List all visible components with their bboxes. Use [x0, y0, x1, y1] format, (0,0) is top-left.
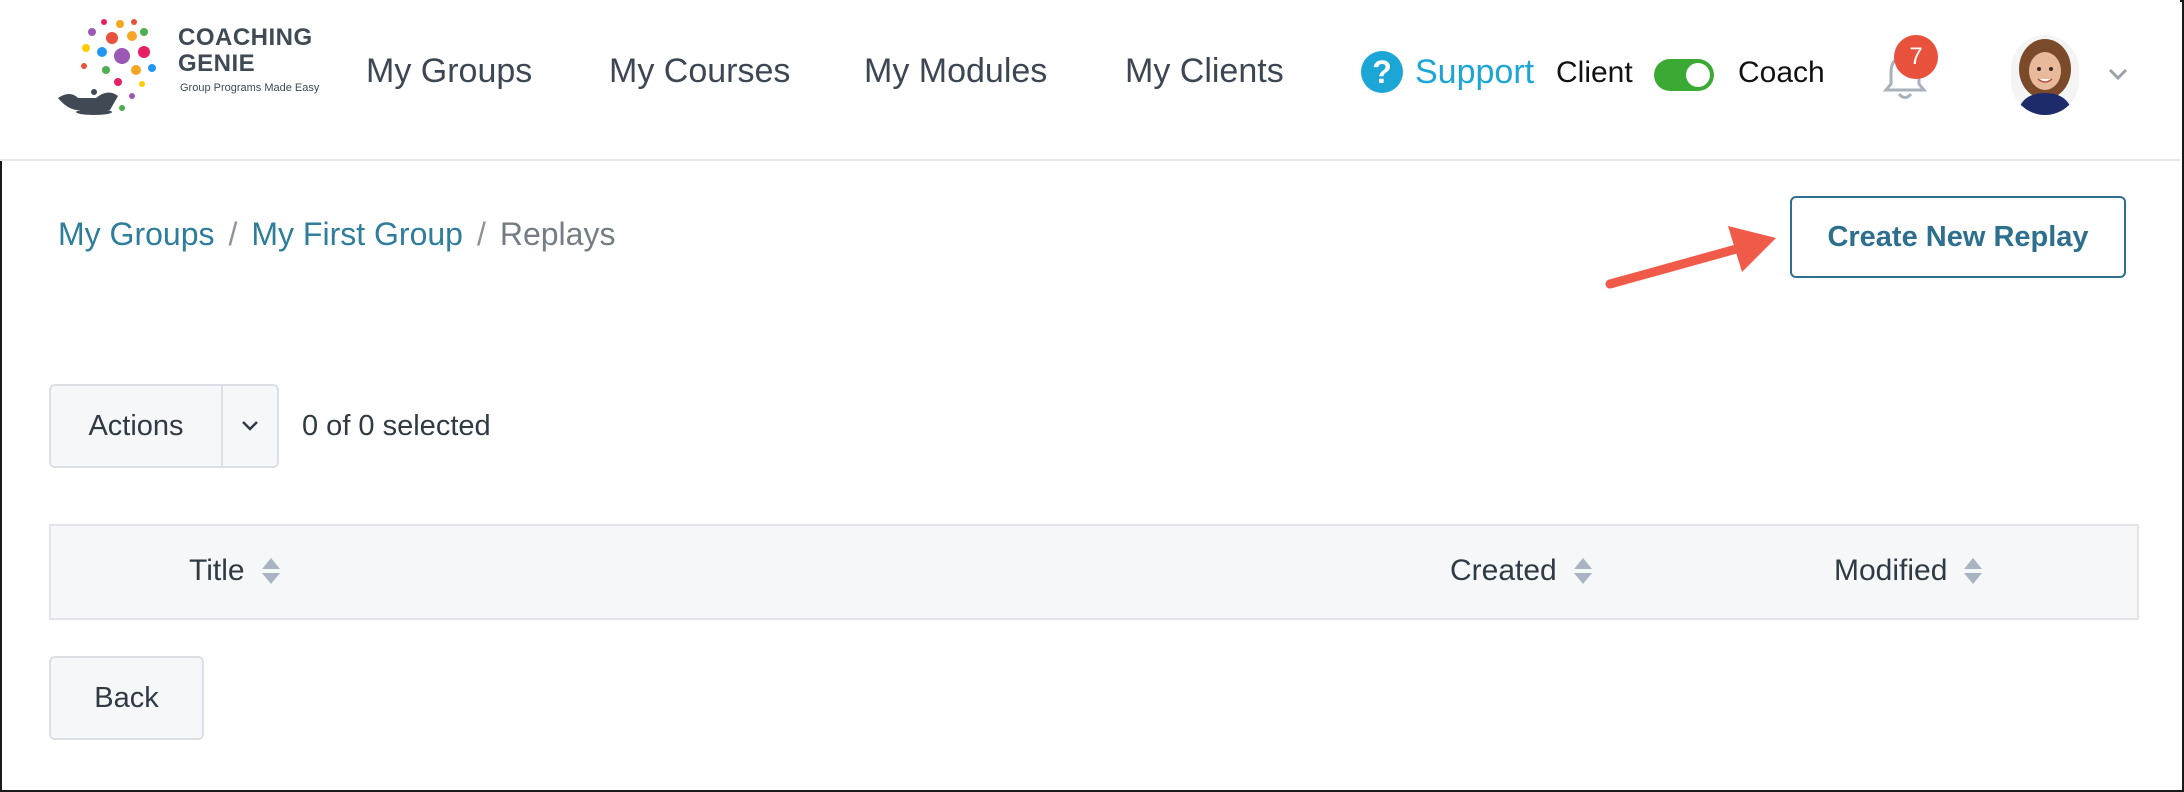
- breadcrumb-separator: /: [228, 216, 238, 252]
- avatar[interactable]: [2011, 35, 2079, 115]
- notification-badge: 7: [1894, 35, 1938, 79]
- sort-icon: [1964, 558, 1983, 584]
- back-button[interactable]: Back: [49, 656, 204, 740]
- user-photo-icon: [2011, 35, 2079, 115]
- column-created-header[interactable]: Created: [1450, 554, 1593, 588]
- nav-my-modules[interactable]: My Modules: [864, 52, 1047, 91]
- nav-my-courses[interactable]: My Courses: [609, 52, 790, 91]
- support-link[interactable]: ? Support: [1361, 50, 1534, 94]
- chevron-down-icon[interactable]: [2106, 62, 2130, 86]
- top-navbar: COACHING GENIE Group Programs Made Easy …: [0, 0, 2180, 161]
- logo-title-line2: GENIE: [178, 50, 256, 77]
- breadcrumb-current: Replays: [499, 216, 616, 252]
- selection-status: 0 of 0 selected: [302, 410, 491, 442]
- column-modified-label: Modified: [1834, 554, 1948, 587]
- role-client-label: Client: [1556, 56, 1633, 89]
- actions-dropdown-toggle[interactable]: [223, 386, 277, 466]
- nav-my-clients[interactable]: My Clients: [1125, 52, 1284, 91]
- column-created-label: Created: [1450, 554, 1557, 587]
- sort-icon: [1573, 558, 1592, 584]
- breadcrumb-my-first-group[interactable]: My First Group: [251, 216, 463, 253]
- column-modified-header[interactable]: Modified: [1834, 554, 1983, 588]
- actions-dropdown: Actions: [49, 384, 279, 468]
- client-coach-toggle[interactable]: [1654, 59, 1714, 91]
- coaching-genie-logo[interactable]: COACHING GENIE Group Programs Made Easy: [56, 18, 336, 122]
- support-label: Support: [1415, 52, 1535, 91]
- nav-my-groups[interactable]: My Groups: [366, 52, 532, 91]
- chevron-down-icon: [242, 421, 258, 431]
- role-coach-label: Coach: [1738, 56, 1825, 89]
- annotation-arrow-icon: [1605, 226, 1776, 289]
- logo-tagline: Group Programs Made Easy: [180, 82, 320, 94]
- toggle-knob: [1686, 63, 1710, 87]
- question-circle-icon: ?: [1361, 51, 1403, 93]
- logo-title-line1: COACHING: [178, 24, 313, 51]
- breadcrumb-separator: /: [476, 216, 486, 252]
- create-new-replay-button[interactable]: Create New Replay: [1790, 196, 2126, 278]
- column-title-label: Title: [189, 554, 245, 587]
- sort-icon: [261, 558, 280, 584]
- column-title-header[interactable]: Title: [189, 554, 281, 588]
- actions-button[interactable]: Actions: [51, 386, 223, 466]
- replays-table-header: Title Created Modified: [49, 524, 2139, 620]
- genie-lamp-logo-icon: [58, 19, 156, 115]
- breadcrumb: My Groups / My First Group / Replays: [58, 216, 615, 253]
- breadcrumb-my-groups[interactable]: My Groups: [58, 216, 214, 253]
